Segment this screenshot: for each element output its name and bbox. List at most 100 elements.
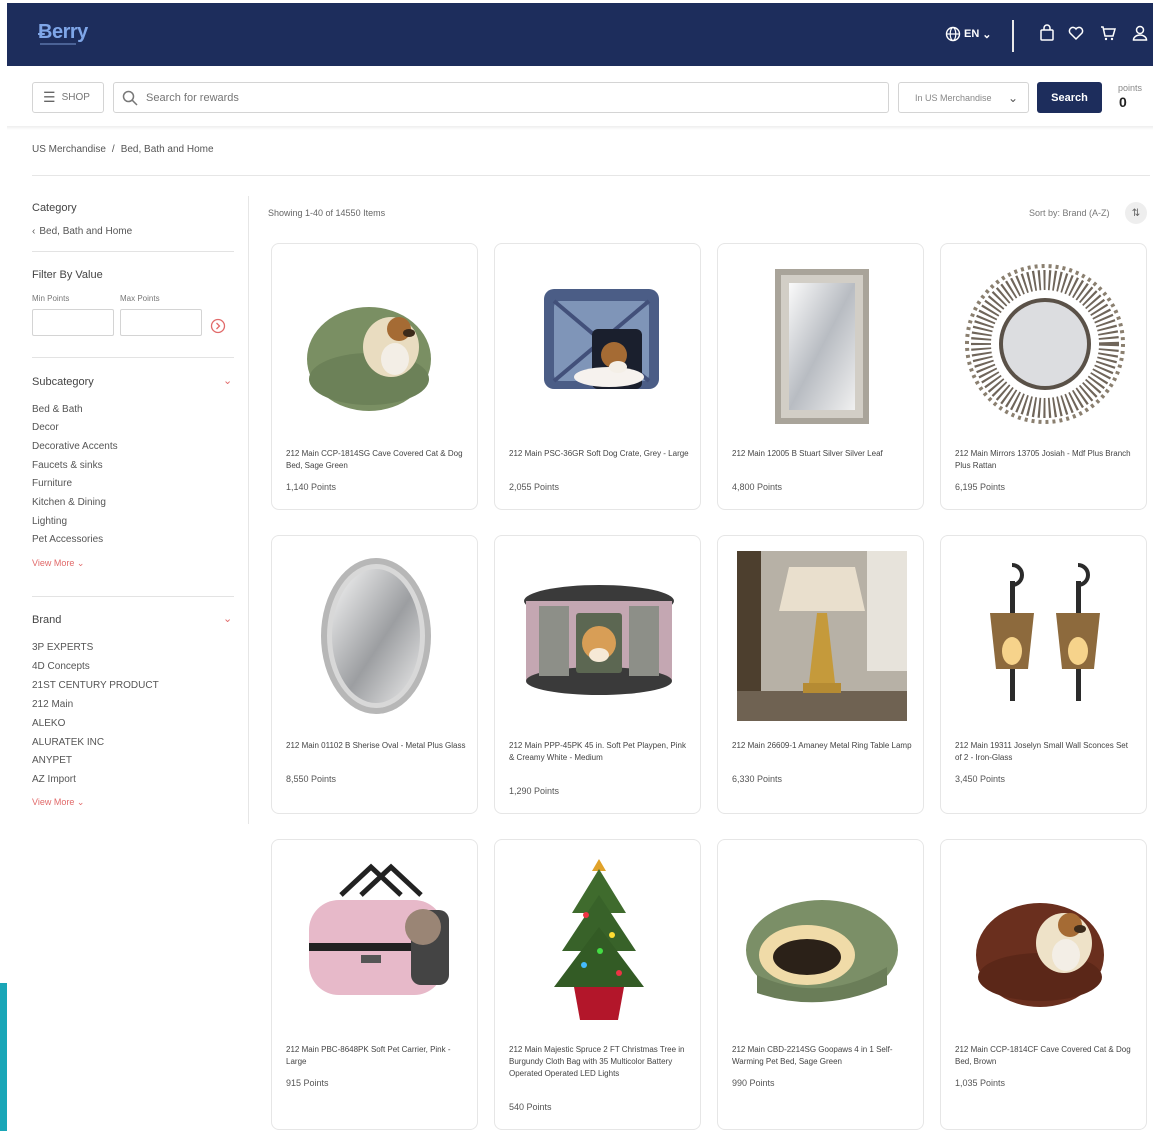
max-points-label: Max Points [120, 294, 160, 303]
breadcrumb: US Merchandise / Bed, Bath and Home [32, 144, 214, 155]
product-name[interactable]: 212 Main PBC-8648PK Soft Pet Carrier, Pi… [286, 1044, 466, 1068]
chevron-down-icon[interactable]: ⌄ [223, 612, 232, 625]
language-label: EN [964, 28, 980, 40]
results-count: Showing 1-40 of 14550 Items [268, 208, 386, 218]
chevron-down-icon[interactable]: ⌄ [223, 374, 232, 387]
product-name[interactable]: 212 Main PSC-36GR Soft Dog Crate, Grey -… [509, 448, 689, 460]
product-name[interactable]: 212 Main CBD-2214SG Goopaws 4 in 1 Self-… [732, 1044, 912, 1068]
brand-title[interactable]: Brand [32, 614, 61, 626]
search-box[interactable] [113, 82, 889, 113]
product-points: 8,550 Points [286, 774, 337, 784]
sort-toggle-icon[interactable]: ⇅ [1125, 202, 1147, 224]
apply-filter-icon[interactable] [210, 318, 226, 334]
product-points: 1,140 Points [286, 482, 337, 492]
product-image[interactable] [505, 254, 692, 434]
user-icon[interactable] [1131, 24, 1149, 42]
bag-icon[interactable] [1038, 24, 1056, 42]
view-more-label: View More [32, 797, 75, 807]
product-card[interactable]: 212 Main CCP-1814SG Cave Covered Cat & D… [271, 243, 478, 510]
product-card[interactable]: 212 Main PSC-36GR Soft Dog Crate, Grey -… [494, 243, 701, 510]
product-points: 1,290 Points [509, 786, 560, 796]
cart-icon[interactable] [1099, 24, 1117, 42]
subcategory-item[interactable]: Decor [32, 422, 59, 433]
product-image[interactable] [728, 546, 915, 726]
brand-item[interactable]: ANYPET [32, 755, 72, 766]
divider [32, 357, 234, 358]
chevron-left-icon: ‹ [32, 226, 36, 237]
product-card[interactable]: 212 Main PPP-45PK 45 in. Soft Pet Plaype… [494, 535, 701, 814]
product-points: 6,330 Points [732, 774, 783, 784]
brand-item[interactable]: AZ Import [32, 774, 76, 785]
product-image[interactable] [728, 850, 915, 1030]
product-name[interactable]: 212 Main 12005 B Stuart Silver Silver Le… [732, 448, 912, 460]
brand-item[interactable]: 21ST CENTURY PRODUCT [32, 680, 159, 691]
product-name[interactable]: 212 Main CCP-1814SG Cave Covered Cat & D… [286, 448, 466, 472]
breadcrumb-item-us-merchandise[interactable]: US Merchandise [32, 144, 106, 155]
points-balance: 0 [1119, 94, 1127, 110]
product-image[interactable] [282, 546, 469, 726]
product-image[interactable] [505, 546, 692, 726]
max-points-input[interactable] [120, 309, 202, 336]
product-image[interactable] [728, 254, 915, 434]
subcategory-item[interactable]: Bed & Bath [32, 404, 83, 415]
product-card[interactable]: 212 Main CCP-1814CF Cave Covered Cat & D… [940, 839, 1147, 1130]
heart-icon[interactable] [1067, 24, 1085, 42]
product-card[interactable]: 212 Main CBD-2214SG Goopaws 4 in 1 Self-… [717, 839, 924, 1130]
product-name[interactable]: 212 Main CCP-1814CF Cave Covered Cat & D… [955, 1044, 1135, 1068]
product-card[interactable]: 212 Main Majestic Spruce 2 FT Christmas … [494, 839, 701, 1130]
subcategory-item[interactable]: Furniture [32, 478, 72, 489]
min-points-label: Min Points [32, 294, 70, 303]
brand-logo[interactable]: Ƀerry [38, 21, 88, 44]
shop-label: SHOP [61, 92, 90, 103]
category-back-label: Bed, Bath and Home [39, 226, 133, 237]
search-icon [122, 90, 138, 106]
nav-divider [1012, 20, 1014, 52]
product-image[interactable] [951, 546, 1138, 726]
top-navbar: Ƀerry EN ⌄ [7, 3, 1153, 66]
product-name[interactable]: 212 Main PPP-45PK 45 in. Soft Pet Plaype… [509, 740, 689, 764]
breadcrumb-item-current: Bed, Bath and Home [120, 144, 214, 155]
shop-menu-button[interactable]: ☰ SHOP [32, 82, 104, 113]
language-selector[interactable]: EN ⌄ [945, 26, 992, 42]
product-card[interactable]: 212 Main 26609-1 Amaney Metal Ring Table… [717, 535, 924, 814]
subcategory-view-more[interactable]: View More ⌄ [32, 558, 84, 569]
product-name[interactable]: 212 Main 01102 B Sherise Oval - Metal Pl… [286, 740, 466, 752]
sort-by-label[interactable]: Sort by: Brand (A-Z) [1029, 208, 1110, 218]
divider [32, 251, 234, 252]
product-name[interactable]: 212 Main 19311 Joselyn Small Wall Sconce… [955, 740, 1135, 764]
view-more-label: View More [32, 558, 75, 568]
product-card[interactable]: 212 Main PBC-8648PK Soft Pet Carrier, Pi… [271, 839, 478, 1130]
brand-item[interactable]: 4D Concepts [32, 661, 90, 672]
subcategory-item[interactable]: Faucets & sinks [32, 460, 103, 471]
hamburger-icon: ☰ [43, 89, 56, 105]
search-scope-select[interactable]: In US Merchandise ⌄ [898, 82, 1029, 113]
subcategory-item[interactable]: Pet Accessories [32, 534, 103, 545]
search-input[interactable] [146, 91, 746, 104]
subcategory-title[interactable]: Subcategory [32, 376, 94, 388]
product-image[interactable] [505, 850, 692, 1030]
brand-item[interactable]: 3P EXPERTS [32, 642, 93, 653]
brand-view-more[interactable]: View More ⌄ [32, 797, 84, 808]
product-name[interactable]: 212 Main Mirrors 13705 Josiah - Mdf Plus… [955, 448, 1135, 472]
brand-item[interactable]: 212 Main [32, 699, 73, 710]
product-image[interactable] [951, 850, 1138, 1030]
category-back-link[interactable]: ‹ Bed, Bath and Home [32, 226, 132, 237]
header-shadow [7, 126, 1153, 130]
product-card[interactable]: 212 Main 12005 B Stuart Silver Silver Le… [717, 243, 924, 510]
subcategory-item[interactable]: Kitchen & Dining [32, 497, 106, 508]
search-button[interactable]: Search [1037, 82, 1102, 113]
min-points-input[interactable] [32, 309, 114, 336]
brand-item[interactable]: ALURATEK INC [32, 737, 104, 748]
product-card[interactable]: 212 Main Mirrors 13705 Josiah - Mdf Plus… [940, 243, 1147, 510]
brand-item[interactable]: ALEKO [32, 718, 65, 729]
subcategory-item[interactable]: Decorative Accents [32, 441, 118, 452]
product-card[interactable]: 212 Main 19311 Joselyn Small Wall Sconce… [940, 535, 1147, 814]
product-image[interactable] [951, 254, 1138, 434]
product-name[interactable]: 212 Main Majestic Spruce 2 FT Christmas … [509, 1044, 689, 1080]
product-card[interactable]: 212 Main 01102 B Sherise Oval - Metal Pl… [271, 535, 478, 814]
chevron-down-icon: ⌄ [1007, 90, 1018, 105]
subcategory-item[interactable]: Lighting [32, 516, 67, 527]
product-image[interactable] [282, 254, 469, 434]
product-name[interactable]: 212 Main 26609-1 Amaney Metal Ring Table… [732, 740, 912, 752]
product-image[interactable] [282, 850, 469, 1030]
